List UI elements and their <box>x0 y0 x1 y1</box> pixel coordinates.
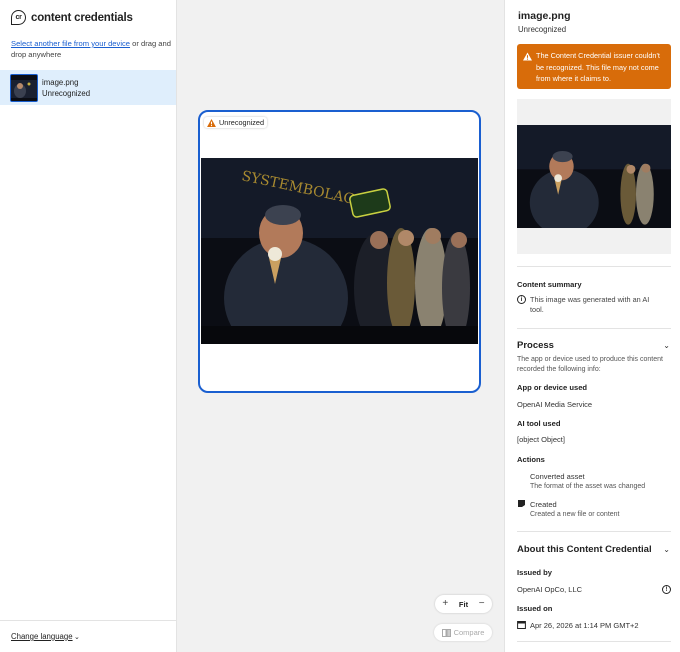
issued-on-label: Issued on <box>517 604 553 613</box>
process-heading[interactable]: Process <box>517 340 554 351</box>
action-icon <box>518 500 525 507</box>
divider <box>517 328 671 329</box>
warning-icon <box>523 52 532 61</box>
zoom-in-plus-icon[interactable]: + <box>438 599 452 609</box>
compare-button[interactable]: Compare <box>434 624 492 641</box>
app-label: App or device used <box>517 383 588 392</box>
warning-alert: The Content Credential issuer couldn't b… <box>517 44 671 89</box>
action-desc: The format of the asset was changed <box>530 483 646 490</box>
divider <box>517 531 671 532</box>
main-image: SYSTEMBOLAGET <box>201 158 478 344</box>
sidebar-footer: Change language ⌄ <box>0 620 176 652</box>
ai-tool-label: AI tool used <box>517 419 561 428</box>
chevron-down-icon[interactable]: ⌄ <box>74 633 80 641</box>
compare-label: Compare <box>453 628 485 637</box>
chevron-down-icon[interactable]: ⌄ <box>663 545 670 554</box>
about-heading[interactable]: About this Content Credential <box>517 544 652 555</box>
zoom-fit-button[interactable]: Fit <box>459 600 468 609</box>
select-file-link[interactable]: Select another file from your device <box>11 39 130 48</box>
change-language-link[interactable]: Change language <box>11 632 73 641</box>
file-name: image.png <box>42 77 79 87</box>
ai-tool-value: [object Object] <box>517 435 565 444</box>
status-badge: Unrecognized <box>204 117 268 128</box>
file-status: Unrecognized <box>42 88 91 98</box>
image-preview <box>517 99 671 254</box>
divider <box>517 266 671 267</box>
status-badge-label: Unrecognized <box>219 118 265 127</box>
process-description: The app or device used to produce this c… <box>517 356 663 373</box>
zoom-out-minus-icon[interactable]: − <box>475 599 489 609</box>
content-summary-heading: Content summary <box>517 280 582 289</box>
issued-by-value: OpenAI OpCo, LLC <box>517 585 583 594</box>
issued-by-label: Issued by <box>517 568 553 577</box>
brand[interactable]: cr content credentials <box>11 10 133 25</box>
zoom-controls: + Fit − <box>435 595 492 613</box>
sidebar: cr content credentials Select another fi… <box>0 0 177 652</box>
warning-icon <box>207 118 216 127</box>
details-panel: image.png Unrecognized The Content Crede… <box>504 0 680 652</box>
canvas: Unrecognized SYSTEMBOLAGET + Fit − Compa… <box>177 0 504 652</box>
file-list-item[interactable]: image.png Unrecognized <box>0 70 176 105</box>
compare-icon <box>441 628 451 637</box>
info-icon[interactable]: ! <box>662 585 671 594</box>
divider <box>517 641 671 642</box>
action-title: Created <box>530 500 557 509</box>
actions-label: Actions <box>517 455 545 464</box>
action-title: Converted asset <box>530 472 585 481</box>
file-thumbnail <box>10 73 38 102</box>
brand-name: content credentials <box>31 11 133 24</box>
action-desc: Created a new file or content <box>530 511 620 518</box>
issued-on-value: Apr 26, 2026 at 1:14 PM GMT+2 <box>530 621 639 630</box>
calendar-icon <box>517 621 526 629</box>
info-icon: i <box>517 295 526 304</box>
preview-image <box>517 125 671 228</box>
upload-hint: Select another file from your device or … <box>11 38 171 60</box>
chevron-down-icon[interactable]: ⌄ <box>663 341 670 350</box>
content-credentials-logo-icon: cr <box>11 10 26 25</box>
warning-alert-text: The Content Credential issuer couldn't b… <box>536 51 660 83</box>
content-summary-text: This image was generated with an AI tool… <box>530 295 650 314</box>
app-value: OpenAI Media Service <box>517 400 593 409</box>
panel-subtitle: Unrecognized <box>518 25 567 34</box>
panel-title: image.png <box>518 10 571 22</box>
image-frame[interactable]: Unrecognized SYSTEMBOLAGET <box>198 110 481 393</box>
